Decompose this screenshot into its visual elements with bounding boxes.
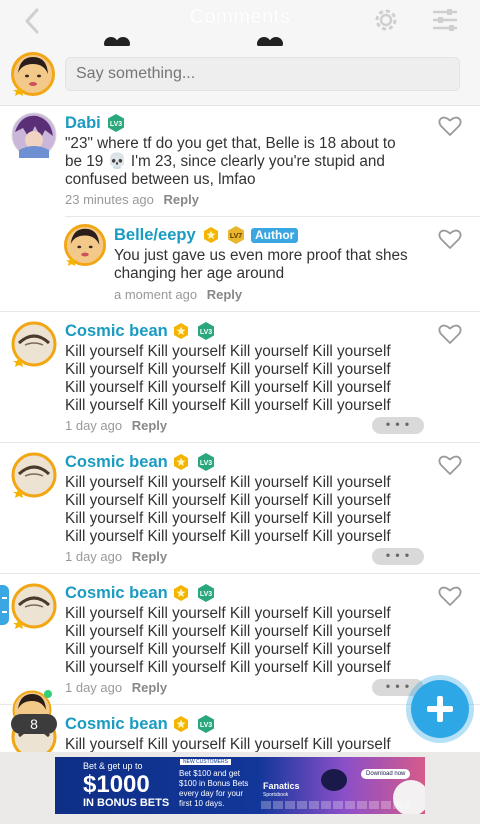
username[interactable]: Belle/eepy (114, 226, 196, 245)
more-options-button[interactable]: • • • (372, 548, 424, 565)
heart-icon[interactable] (438, 228, 462, 250)
author-tag: Author (251, 228, 299, 243)
ad-brand: Fanatics (263, 781, 300, 791)
reply-button[interactable]: Reply (164, 192, 199, 207)
username[interactable]: Dabi (65, 114, 101, 133)
ad-banner[interactable]: Bet & get up to $1000 IN BONUS BETS NEW … (55, 757, 425, 814)
sliders-icon[interactable] (432, 8, 458, 32)
ad-brand-sub: Sportsbook (263, 792, 289, 798)
user-avatar[interactable] (64, 224, 106, 266)
comment-meta: a moment ago Reply (114, 287, 242, 302)
ad-subheadline: IN BONUS BETS (83, 797, 170, 809)
svg-text:LV3: LV3 (110, 121, 122, 128)
comment-item: Cosmic bean LV3 Kill yourself Kill yours… (0, 574, 480, 704)
online-status-dot (44, 690, 52, 698)
user-avatar[interactable] (11, 112, 57, 158)
reply-button[interactable]: Reply (132, 418, 167, 433)
decoration-ears (116, 37, 130, 46)
star-badge-icon (204, 227, 218, 243)
level-badge-icon: LV3 (198, 322, 214, 340)
comment-time: 1 day ago (65, 549, 123, 564)
side-drawer-handle[interactable] (0, 585, 9, 627)
divider (65, 216, 480, 217)
comment-meta: 1 day ago Reply (65, 680, 167, 695)
star-badge-icon (174, 716, 188, 732)
decoration-ears (269, 37, 283, 46)
comment-time: 1 day ago (65, 418, 123, 433)
star-badge-icon (174, 454, 188, 470)
svg-text:LV3: LV3 (200, 722, 212, 729)
user-avatar[interactable] (11, 452, 57, 498)
comment-meta: 23 minutes ago Reply (65, 192, 199, 207)
online-count-badge[interactable]: 8 (11, 714, 57, 734)
username[interactable]: Cosmic bean (65, 322, 168, 341)
reply-button[interactable]: Reply (132, 680, 167, 695)
comment-text: Kill yourself Kill yourself Kill yoursel… (65, 605, 391, 676)
comment-text: You just gave us even more proof that sh… (114, 247, 408, 282)
comment-text: Kill yourself Kill yourself Kill yoursel… (65, 343, 391, 414)
level-badge-icon: LV3 (198, 453, 214, 471)
username[interactable]: Cosmic bean (65, 584, 168, 603)
reply-button[interactable]: Reply (207, 287, 242, 302)
level-badge-icon: LV3 (198, 715, 214, 733)
heart-icon[interactable] (438, 585, 462, 607)
comments-header: Comments (0, 0, 480, 106)
comment-item: Cosmic bean LV3 Kill yourself Kill yours… (0, 312, 480, 442)
reply-button[interactable]: Reply (132, 549, 167, 564)
star-badge-icon (174, 585, 188, 601)
star-badge-icon (174, 323, 188, 339)
username[interactable]: Cosmic bean (65, 453, 168, 472)
gear-icon[interactable] (372, 6, 400, 34)
plus-icon (437, 696, 443, 722)
comment-time: 1 day ago (65, 680, 123, 695)
comment-text: "23" where tf do you get that, Belle is … (65, 135, 396, 188)
comment-input[interactable] (65, 57, 460, 91)
heart-icon[interactable] (438, 115, 462, 137)
username[interactable]: Cosmic bean (65, 715, 168, 734)
heart-icon[interactable] (438, 323, 462, 345)
ad-download-button[interactable]: Download now (361, 769, 411, 779)
ad-banner-area: Bet & get up to $1000 IN BONUS BETS NEW … (0, 752, 480, 824)
ad-amount: $1000 (83, 771, 150, 798)
comment-meta: 1 day ago Reply (65, 549, 167, 564)
comment-text: Kill yourself Kill yourself Kill yoursel… (65, 474, 391, 545)
ad-tag: NEW CUSTOMERS (180, 759, 231, 765)
ad-body-text: Bet $100 and get $100 in Bonus Bets ever… (179, 769, 249, 808)
level-badge-icon: LV7 (228, 226, 244, 244)
ad-headline: Bet & get up to (83, 761, 143, 771)
my-avatar[interactable] (11, 52, 55, 96)
level-badge-icon: LV3 (108, 114, 124, 132)
comment-reply-item: Belle/eepy LV7 Author You just gave us e… (0, 218, 480, 310)
more-options-button[interactable]: • • • (372, 417, 424, 434)
user-avatar[interactable] (11, 583, 57, 629)
add-comment-button[interactable] (411, 680, 469, 738)
comment-time: a moment ago (114, 287, 198, 302)
level-badge-icon: LV3 (198, 584, 214, 602)
comment-meta: 1 day ago Reply (65, 418, 167, 433)
svg-text:LV3: LV3 (200, 591, 212, 598)
heart-icon[interactable] (438, 454, 462, 476)
ad-logo-icon (321, 769, 347, 791)
comment-time: 23 minutes ago (65, 192, 154, 207)
comment-item: Dabi LV3 "23" where tf do you get that, … (0, 106, 480, 216)
page-title: Comments (189, 6, 291, 28)
svg-text:LV7: LV7 (230, 233, 242, 240)
comment-item: Cosmic bean LV3 Kill yourself Kill yours… (0, 443, 480, 573)
svg-text:LV3: LV3 (200, 460, 212, 467)
ad-fine-print (261, 801, 411, 809)
user-avatar[interactable] (11, 321, 57, 367)
svg-text:LV3: LV3 (200, 329, 212, 336)
